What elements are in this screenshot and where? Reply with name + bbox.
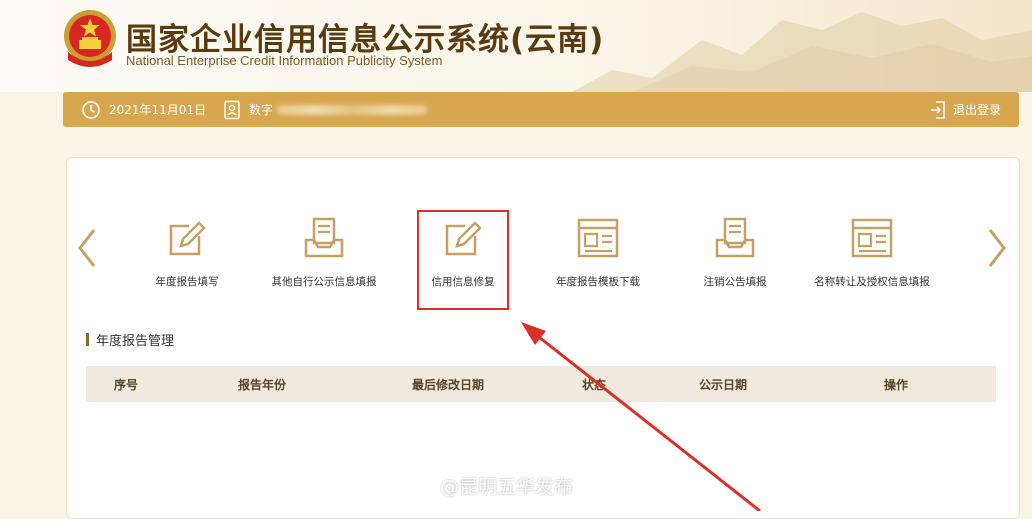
column-header: 公示日期 — [699, 378, 748, 392]
clock-icon — [82, 100, 100, 119]
national-emblem-logo — [64, 10, 116, 67]
section-marker — [86, 333, 89, 346]
column-header: 最后修改日期 — [412, 378, 485, 392]
column-header: 报告年份 — [238, 378, 287, 392]
section-title-text: 年度报告管理 — [96, 334, 175, 349]
table-header: 序号 报告年份 最后修改日期 状态 公示日期 操作 — [86, 366, 996, 402]
weibo-watermark: @昆明五华发布 — [400, 472, 573, 499]
function-label: 年度报告模板下载 — [556, 276, 640, 288]
annual-template-download-button[interactable]: 年度报告模板下载 — [523, 216, 673, 300]
date-display: 2021年11月01日 — [81, 92, 206, 127]
logout-label: 退出登录 — [953, 103, 1002, 117]
watermark-text: @昆明五华发布 — [440, 476, 574, 498]
account-prefix: 数字 — [249, 103, 274, 117]
template-icon — [851, 218, 893, 258]
other-disclosure-button[interactable]: 其他自行公示信息填报 — [249, 216, 399, 300]
template-icon — [577, 218, 619, 258]
carousel-next-arrow[interactable] — [984, 226, 1010, 270]
edit-icon — [169, 221, 206, 256]
date-text: 2021年11月01日 — [109, 103, 207, 117]
tray-document-icon — [715, 217, 755, 258]
mountain-background-image — [572, 12, 1032, 92]
user-info-bar: 2021年11月01日 数字 退出登录 — [63, 92, 1019, 127]
annual-report-fill-button[interactable]: 年度报告填写 — [112, 216, 262, 300]
function-label: 名称转让及授权信息填报 — [814, 276, 930, 288]
column-header: 操作 — [884, 378, 909, 392]
id-card-icon — [224, 100, 240, 119]
highlight-box — [417, 210, 509, 310]
function-label: 注销公告填报 — [703, 276, 767, 288]
column-header: 状态 — [582, 378, 607, 392]
site-header: 国家企业信用信息公示系统(云南) National Enterprise Cre… — [0, 0, 1032, 92]
blurred-account-id — [277, 104, 428, 115]
logout-icon — [931, 100, 945, 119]
function-label: 其他自行公示信息填报 — [271, 276, 377, 288]
tray-document-icon — [304, 217, 344, 258]
cancellation-notice-button[interactable]: 注销公告填报 — [660, 216, 810, 300]
function-label: 年度报告填写 — [155, 276, 219, 288]
logout-button[interactable]: 退出登录 — [929, 92, 1001, 127]
section-title: 年度报告管理 — [86, 330, 174, 349]
weibo-icon — [402, 475, 434, 498]
column-header: 序号 — [114, 378, 139, 392]
site-subtitle: National Enterprise Credit Information P… — [126, 53, 443, 68]
account-display: 数字 — [223, 92, 428, 127]
name-transfer-button[interactable]: 名称转让及授权信息填报 — [797, 216, 947, 300]
carousel-prev-arrow[interactable] — [74, 226, 100, 270]
main-panel — [66, 157, 1020, 519]
